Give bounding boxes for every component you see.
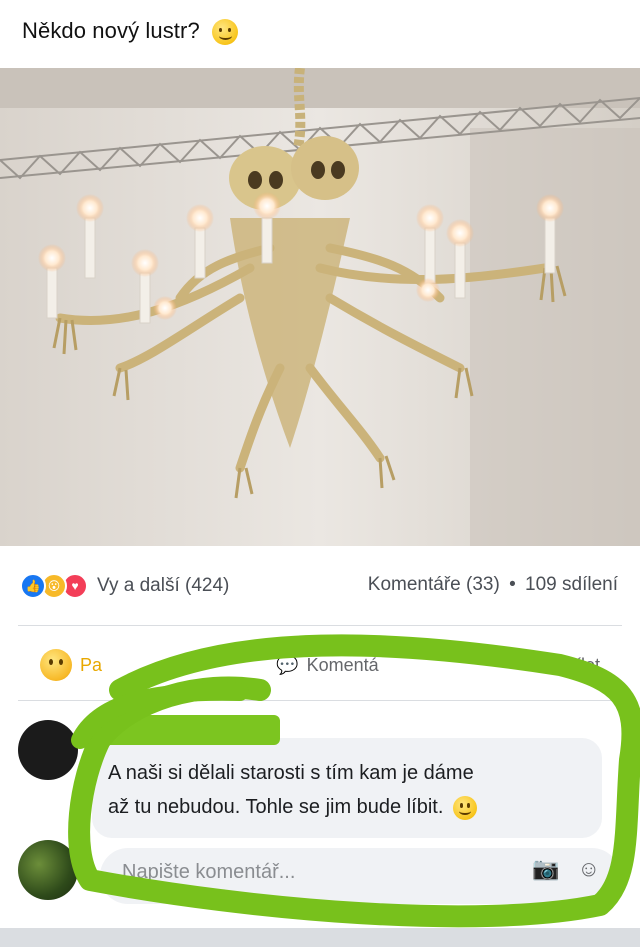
comment-button[interactable]: 💬 Komentá — [276, 655, 378, 676]
share-button[interactable]: ➦ ílet — [553, 655, 600, 676]
bottom-bar — [0, 928, 640, 947]
post-text-label: Někdo nový lustr? — [22, 18, 200, 43]
user-avatar[interactable] — [18, 840, 78, 900]
reactions-label: Vy a další (424) — [97, 575, 230, 596]
composer-icons: 📷 ☺ — [532, 856, 600, 882]
comments-count-link[interactable]: Komentáře (33) — [368, 574, 500, 595]
comment-line-2-text: až tu nebudou. Tohle se jim bude líbit. — [108, 796, 444, 818]
post-stats: Komentáře (33) • 109 sdílení — [368, 574, 618, 596]
reactions-summary[interactable]: 👍 😮 ♥ Vy a další (424) — [20, 572, 229, 600]
comment-button-label: Komentá — [306, 654, 379, 675]
share-icon: ➦ — [552, 654, 568, 675]
react-button-label: Pa — [80, 654, 103, 675]
action-bar: Pa 💬 Komentá ➦ ílet — [0, 640, 640, 690]
comment-input[interactable] — [120, 860, 464, 885]
camera-icon[interactable]: 📷 — [532, 856, 559, 882]
shares-count-link[interactable]: 109 sdílení — [525, 574, 618, 595]
smiley-icon — [452, 795, 477, 820]
commenter-avatar[interactable] — [18, 720, 78, 780]
post-text: Někdo nový lustr? — [22, 18, 239, 46]
smiley-icon — [212, 19, 239, 46]
comment-icon: 💬 — [276, 654, 299, 675]
comment-line-1: A naši si dělali starosti s tím kam je d… — [108, 762, 474, 784]
commenter-name-redacted — [100, 715, 280, 745]
react-button[interactable]: Pa — [40, 649, 102, 681]
divider-bottom — [18, 700, 622, 701]
post-photo[interactable] — [0, 68, 640, 546]
sticker-icon[interactable]: ☺ — [578, 856, 600, 882]
wow-reaction-icon — [40, 649, 72, 681]
share-button-label: ílet — [575, 654, 600, 675]
comment-text: A naši si dělali starosti s tím kam je d… — [108, 756, 598, 824]
skeleton-chandelier-image — [0, 68, 640, 546]
divider-top — [18, 625, 622, 626]
stats-separator: • — [509, 574, 516, 595]
comment-line-2: až tu nebudou. Tohle se jim bude líbit. — [108, 790, 598, 824]
like-icon: 👍 — [20, 573, 46, 599]
